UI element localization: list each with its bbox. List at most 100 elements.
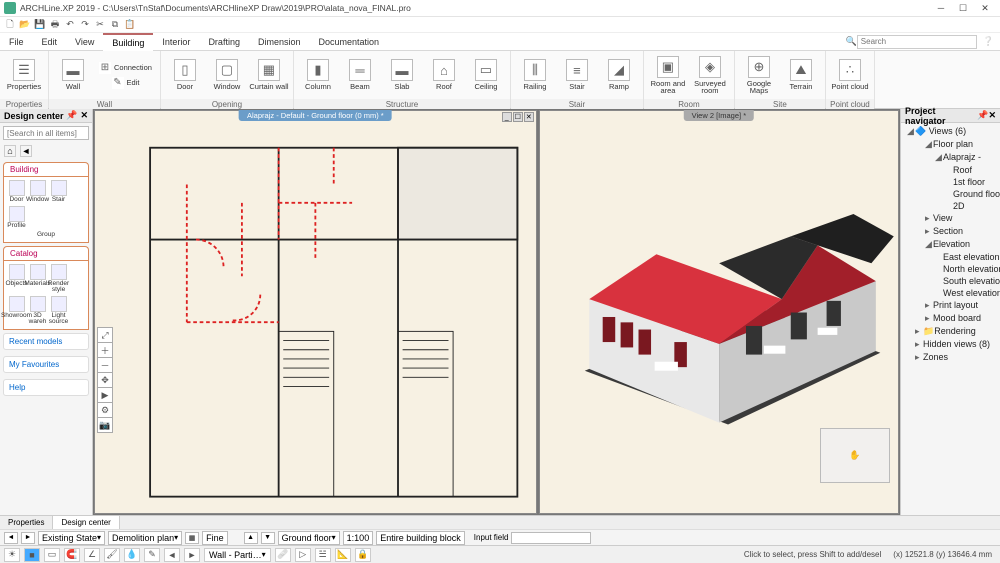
demolition-plan-dropdown[interactable]: Demolition plan ▾ bbox=[108, 531, 182, 545]
lock-icon[interactable]: 🔒 bbox=[355, 548, 371, 562]
recent-models-link[interactable]: Recent models bbox=[3, 333, 89, 350]
tab-file[interactable]: File bbox=[0, 33, 33, 51]
qat-open-icon[interactable]: 📂 bbox=[19, 19, 31, 31]
catalog-category-tab[interactable]: Catalog bbox=[3, 246, 89, 260]
tree-node[interactable]: ▸View bbox=[903, 212, 998, 225]
bottom-tab-properties[interactable]: Properties bbox=[0, 516, 53, 529]
tree-node[interactable]: Roof bbox=[903, 164, 998, 176]
floorplan-view[interactable]: Alaprajz - Default - Ground floor (0 mm)… bbox=[94, 110, 537, 514]
tab-building[interactable]: Building bbox=[103, 33, 153, 51]
panel-close-icon[interactable]: ✕ bbox=[80, 110, 88, 121]
surveyed-room-button[interactable]: ◈Surveyed room bbox=[690, 53, 730, 97]
minimize-button[interactable]: ─ bbox=[930, 1, 952, 16]
catalog-item-render-style[interactable]: Render style bbox=[49, 264, 68, 294]
zoom-extents-icon[interactable]: ⤢ bbox=[97, 327, 113, 343]
tree-node[interactable]: ◢Floor plan bbox=[903, 138, 998, 151]
tab-drafting[interactable]: Drafting bbox=[199, 33, 249, 51]
help-icon[interactable]: ❔ bbox=[983, 36, 994, 47]
wall-type-dropdown[interactable]: Wall - Parti… ▾ bbox=[204, 548, 271, 562]
catalog-item-light-source[interactable]: Light source bbox=[49, 296, 68, 326]
camera-icon[interactable]: 📷 bbox=[97, 417, 113, 433]
edit-button[interactable]: ✎Edit bbox=[95, 76, 156, 90]
qat-new-icon[interactable]: 🗋 bbox=[4, 19, 16, 31]
existing-state-dropdown[interactable]: Existing State ▾ bbox=[38, 531, 105, 545]
column-button[interactable]: ▮Column bbox=[298, 53, 338, 97]
tree-node[interactable]: ▸📁Rendering bbox=[903, 325, 998, 338]
bottom-tab-design-center[interactable]: Design center bbox=[53, 516, 119, 529]
dropper-icon[interactable]: 💧 bbox=[124, 548, 140, 562]
nav-left-icon[interactable]: ◄ bbox=[4, 532, 18, 544]
back-icon[interactable]: ◄ bbox=[20, 145, 32, 157]
tree-node[interactable]: ▸Zones bbox=[903, 351, 998, 364]
floorplan-drawing[interactable] bbox=[95, 111, 536, 513]
stair-button[interactable]: ≡Stair bbox=[557, 53, 597, 97]
pencil-icon[interactable]: ✎ bbox=[144, 548, 160, 562]
pin-icon[interactable]: 📌 bbox=[66, 110, 77, 121]
railing-button[interactable]: ⫼Railing bbox=[515, 53, 555, 97]
tree-node[interactable]: ◢Elevation bbox=[903, 238, 998, 251]
mode-dropdown[interactable]: Entire building block bbox=[376, 531, 465, 545]
tab-documentation[interactable]: Documentation bbox=[309, 33, 388, 51]
properties-button[interactable]: ☰Properties bbox=[4, 53, 44, 97]
roof-button[interactable]: ⌂Roof bbox=[424, 53, 464, 97]
catalog-item-window[interactable]: Window bbox=[28, 180, 47, 204]
next-icon[interactable]: ► bbox=[184, 548, 200, 562]
qat-paste-icon[interactable]: 📋 bbox=[124, 19, 136, 31]
zoom-in-icon[interactable]: ＋ bbox=[97, 342, 113, 358]
tree-node[interactable]: North elevation bbox=[903, 263, 998, 275]
tree-node[interactable]: East elevation bbox=[903, 251, 998, 263]
tab-view[interactable]: View bbox=[66, 33, 103, 51]
floor-up-icon[interactable]: ▲ bbox=[244, 532, 258, 544]
catalog-item-showroom[interactable]: Showroom bbox=[7, 296, 26, 326]
orbit-icon[interactable]: ✋ bbox=[849, 450, 860, 461]
room-and-area-button[interactable]: ▣Room and area bbox=[648, 53, 688, 97]
tree-root[interactable]: ◢🔷 Views (6) bbox=[903, 125, 998, 138]
maximize-button[interactable]: ☐ bbox=[952, 1, 974, 16]
settings-icon[interactable]: ⚙ bbox=[97, 402, 113, 418]
measure-icon[interactable]: 📐 bbox=[335, 548, 351, 562]
arrow-right-icon[interactable]: ▶ bbox=[97, 387, 113, 403]
sun-icon[interactable]: ☀ bbox=[4, 548, 20, 562]
command-input[interactable] bbox=[511, 532, 591, 544]
navigator-close-icon[interactable]: ✕ bbox=[988, 110, 996, 121]
floor-down-icon[interactable]: ▼ bbox=[261, 532, 275, 544]
eraser-icon[interactable]: 🩹 bbox=[275, 548, 291, 562]
3d-view[interactable]: View 2 [Image] * bbox=[539, 110, 899, 514]
qat-undo-icon[interactable]: ↶ bbox=[64, 19, 76, 31]
fine-dropdown[interactable]: Fine bbox=[202, 531, 228, 545]
qat-redo-icon[interactable]: ↷ bbox=[79, 19, 91, 31]
grid-icon[interactable]: ▦ bbox=[185, 532, 199, 544]
floor-dropdown[interactable]: Ground floor ▾ bbox=[278, 531, 340, 545]
qat-save-icon[interactable]: 💾 bbox=[34, 19, 46, 31]
tree-node[interactable]: Ground floor bbox=[903, 188, 998, 200]
qat-cut-icon[interactable]: ✂ bbox=[94, 19, 106, 31]
tree-node[interactable]: ▸Hidden views (8) bbox=[903, 338, 998, 351]
qat-print-icon[interactable]: 🖶 bbox=[49, 19, 61, 31]
google-maps-button[interactable]: ⊕Google Maps bbox=[739, 53, 779, 97]
ribbon-search-input[interactable] bbox=[857, 35, 977, 49]
tree-node[interactable]: ▸Print layout bbox=[903, 299, 998, 312]
catalog-item-door[interactable]: Door bbox=[7, 180, 26, 204]
zoom-out-icon[interactable]: － bbox=[97, 357, 113, 373]
rect-tool-icon[interactable]: ▭ bbox=[44, 548, 60, 562]
navigation-cube[interactable]: ✋ bbox=[820, 428, 890, 483]
magnet-icon[interactable]: 🧲 bbox=[64, 548, 80, 562]
slab-button[interactable]: ▬Slab bbox=[382, 53, 422, 97]
ceiling-button[interactable]: ▭Ceiling bbox=[466, 53, 506, 97]
scale-dropdown[interactable]: 1:100 bbox=[343, 531, 374, 545]
catalog-item-stair[interactable]: Stair bbox=[49, 180, 68, 204]
tree-node[interactable]: ▸Mood board bbox=[903, 312, 998, 325]
tree-node[interactable]: ▸Section bbox=[903, 225, 998, 238]
tree-node[interactable]: South elevation bbox=[903, 275, 998, 287]
navigator-pin-icon[interactable]: 📌 bbox=[977, 110, 988, 121]
point-cloud-button[interactable]: ∴Point cloud bbox=[830, 53, 870, 97]
terrain-button[interactable]: ⛰Terrain bbox=[781, 53, 821, 97]
prev-icon[interactable]: ◄ bbox=[164, 548, 180, 562]
connection-button[interactable]: ⊞Connection bbox=[95, 61, 156, 75]
nav-right-icon[interactable]: ► bbox=[21, 532, 35, 544]
help-link[interactable]: Help bbox=[3, 379, 89, 396]
tree-node[interactable]: West elevation bbox=[903, 287, 998, 299]
catalog-item-objects[interactable]: Objects bbox=[7, 264, 26, 294]
layers-icon[interactable]: ☱ bbox=[315, 548, 331, 562]
tree-node[interactable]: ◢Alaprajz - bbox=[903, 151, 998, 164]
